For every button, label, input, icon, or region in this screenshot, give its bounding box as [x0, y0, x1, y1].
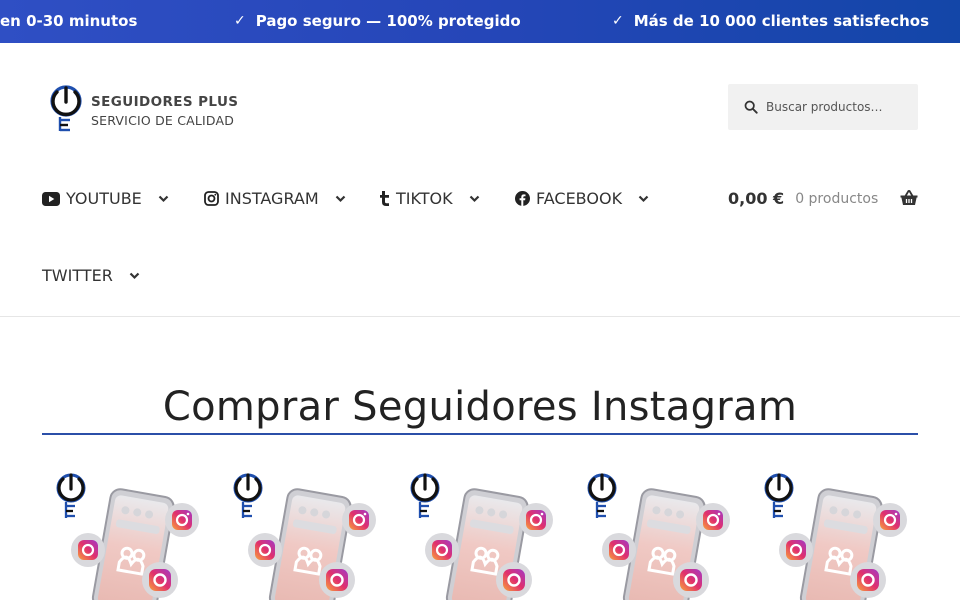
instagram-icon [142, 562, 178, 598]
promo-text: Más de 10 000 clientes satisfechos [633, 12, 930, 30]
nav-label: TIKTOK [396, 189, 453, 208]
promo-banner: en 0-30 minutos ✓ Pago seguro — 100% pro… [0, 0, 960, 43]
product-card-image[interactable] [406, 468, 556, 600]
instagram-icon [696, 503, 730, 537]
power-bulb-logo-icon [410, 473, 440, 518]
brand-title: SEGUIDORES PLUS [91, 94, 239, 110]
basket-icon [900, 190, 918, 210]
header-divider [0, 316, 960, 317]
instagram-icon [71, 533, 105, 567]
nav-label: YOUTUBE [66, 189, 142, 208]
instagram-icon [850, 562, 886, 598]
page-title: Comprar Seguidores Instagram [162, 384, 798, 430]
search-icon [744, 100, 758, 114]
instagram-icon [342, 503, 376, 537]
instagram-icon [248, 533, 282, 567]
product-card-image[interactable] [229, 468, 379, 600]
power-bulb-logo-icon [764, 473, 794, 518]
instagram-icon [779, 533, 813, 567]
nav-item-twitter[interactable]: TWITTER [42, 266, 140, 285]
chevron-down-icon [335, 195, 346, 203]
instagram-icon [873, 503, 907, 537]
nav-item-facebook[interactable]: FACEBOOK [515, 189, 649, 208]
nav-label: TWITTER [42, 266, 113, 285]
brand-subtitle: SERVICIO DE CALIDAD [91, 113, 235, 128]
product-card-image[interactable] [760, 468, 910, 600]
product-search[interactable] [728, 84, 918, 130]
product-card-image[interactable] [52, 468, 202, 600]
power-bulb-logo-icon [233, 473, 263, 518]
power-bulb-logo-icon [50, 85, 82, 132]
cart-total: 0,00 € [728, 189, 785, 208]
product-card-image[interactable] [583, 468, 733, 600]
instagram-icon [602, 533, 636, 567]
chevron-down-icon [158, 195, 169, 203]
promo-text: en 0-30 minutos [0, 12, 138, 30]
nav-item-youtube[interactable]: YOUTUBE [42, 189, 169, 208]
instagram-icon [204, 191, 219, 206]
youtube-icon [42, 191, 60, 206]
instagram-icon [319, 562, 355, 598]
facebook-icon [515, 191, 530, 206]
nav-item-tiktok[interactable]: TIKTOK [379, 189, 480, 208]
promo-message: en 0-30 minutos [0, 12, 137, 30]
promo-text: Pago seguro — 100% protegido [255, 12, 521, 30]
logo-wordmark: SEGUIDORES PLUS SERVICIO DE CALIDAD [91, 94, 238, 128]
site-logo[interactable]: SEGUIDORES PLUS SERVICIO DE CALIDAD [46, 84, 246, 140]
instagram-icon [496, 562, 532, 598]
instagram-icon [519, 503, 553, 537]
check-icon: ✓ [234, 13, 246, 29]
title-underline [42, 433, 918, 435]
search-input[interactable] [766, 100, 906, 114]
cart-count: 0 productos [795, 190, 879, 207]
chevron-down-icon [129, 272, 140, 280]
chevron-down-icon [469, 195, 480, 203]
tiktok-icon [379, 191, 390, 206]
chevron-down-icon [638, 195, 649, 203]
power-bulb-logo-icon [56, 473, 86, 518]
instagram-icon [165, 503, 199, 537]
mini-cart[interactable]: 0,00 € 0 productos [728, 189, 918, 208]
check-icon: ✓ [612, 13, 624, 29]
promo-message: ✓ Pago seguro — 100% protegido [234, 12, 521, 30]
nav-item-instagram[interactable]: INSTAGRAM [204, 189, 346, 208]
nav-label: FACEBOOK [536, 189, 623, 208]
instagram-icon [673, 562, 709, 598]
power-bulb-logo-icon [587, 473, 617, 518]
instagram-icon [425, 533, 459, 567]
promo-message: ✓ Más de 10 000 clientes satisfechos [612, 12, 929, 30]
nav-label: INSTAGRAM [225, 189, 319, 208]
